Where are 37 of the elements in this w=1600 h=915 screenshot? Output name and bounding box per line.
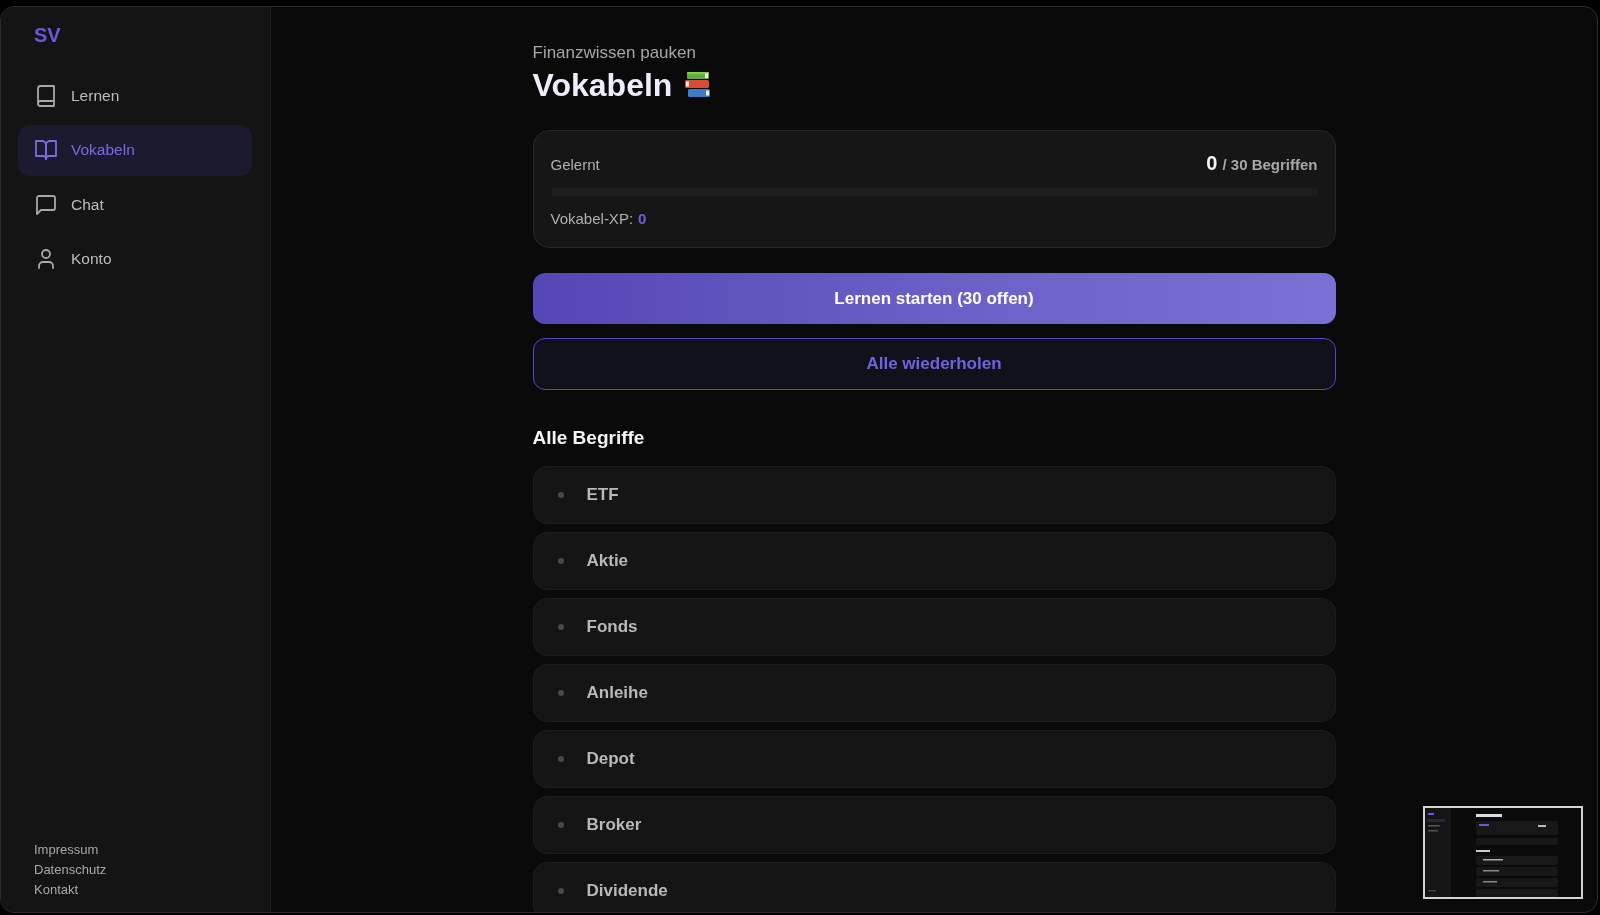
dot-icon (557, 690, 564, 696)
footer-link[interactable]: Kontakt (34, 880, 79, 900)
dot-icon (557, 624, 564, 630)
page-title: Vokabeln (532, 66, 673, 104)
term-item[interactable]: Dividende (532, 862, 1336, 912)
app-logo[interactable]: SV (34, 23, 61, 47)
book-icon (34, 83, 58, 108)
term-item[interactable]: Depot (532, 730, 1336, 788)
dot-icon (557, 888, 564, 894)
dot-icon (557, 756, 564, 762)
sidebar-item[interactable]: Chat (18, 179, 252, 230)
sidebar-item[interactable]: Vokabeln (18, 124, 252, 176)
open-book-icon (34, 138, 58, 162)
footer-link[interactable]: Impressum (34, 840, 99, 860)
term-item[interactable]: Anleihe (532, 664, 1336, 722)
page-subtitle: Finanzwissen pauken (532, 42, 696, 64)
learned-count: 0 (1206, 151, 1218, 176)
review-all-button[interactable]: Alle wiederholen (532, 338, 1336, 390)
start-learning-button[interactable]: Lernen starten (30 offen) (532, 273, 1336, 324)
term-item[interactable]: Broker (532, 796, 1336, 854)
term-item[interactable]: Fonds (532, 598, 1336, 656)
term-item[interactable]: Aktie (532, 532, 1336, 590)
progress-label: Gelernt (550, 155, 600, 175)
total-terms-label: / 30 Begriffen (1222, 155, 1318, 175)
sidebar-item[interactable]: Konto (18, 233, 252, 285)
screenshot-thumbnail[interactable] (1423, 806, 1583, 899)
dot-icon (557, 492, 564, 498)
sidebar-item[interactable]: Lernen (18, 70, 252, 121)
dot-icon (557, 558, 564, 564)
xp-value: 0 (638, 209, 647, 229)
xp-label: Vokabel-XP: (550, 209, 634, 229)
chat-bubble-icon (34, 192, 58, 217)
term-item[interactable]: ETF (532, 466, 1336, 524)
books-icon (684, 70, 713, 100)
section-heading: Alle Begriffe (532, 426, 645, 450)
dot-icon (557, 822, 564, 828)
footer-link[interactable]: Datenschutz (34, 860, 107, 880)
